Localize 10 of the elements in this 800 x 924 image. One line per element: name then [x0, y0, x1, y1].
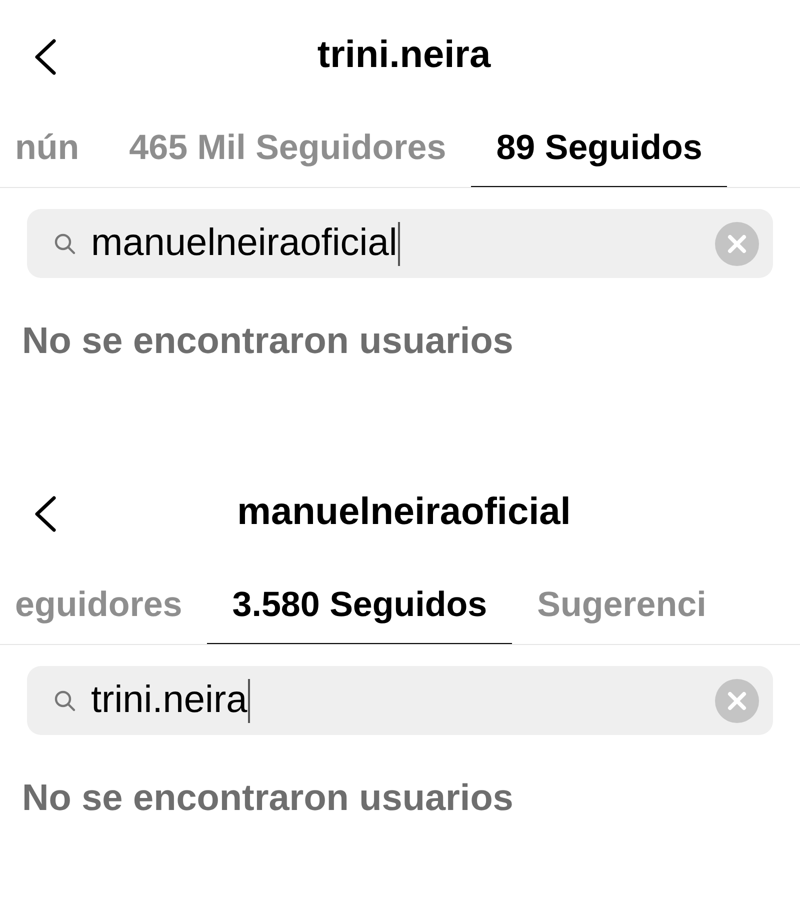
search-icon: [53, 232, 77, 256]
empty-results-message: No se encontraron usuarios: [22, 320, 514, 362]
search-icon: [53, 688, 77, 712]
profile-username: manuelneiraoficial: [237, 490, 571, 534]
search-field[interactable]: manuelneiraoficial: [27, 209, 773, 278]
tab[interactable]: 89 Seguidos: [471, 110, 728, 187]
profile-username: trini.neira: [317, 34, 491, 76]
empty-results-message: No se encontraron usuarios: [22, 777, 514, 819]
search-field[interactable]: trini.neira: [27, 666, 773, 735]
tab[interactable]: 3.580 Seguidos: [207, 567, 512, 644]
